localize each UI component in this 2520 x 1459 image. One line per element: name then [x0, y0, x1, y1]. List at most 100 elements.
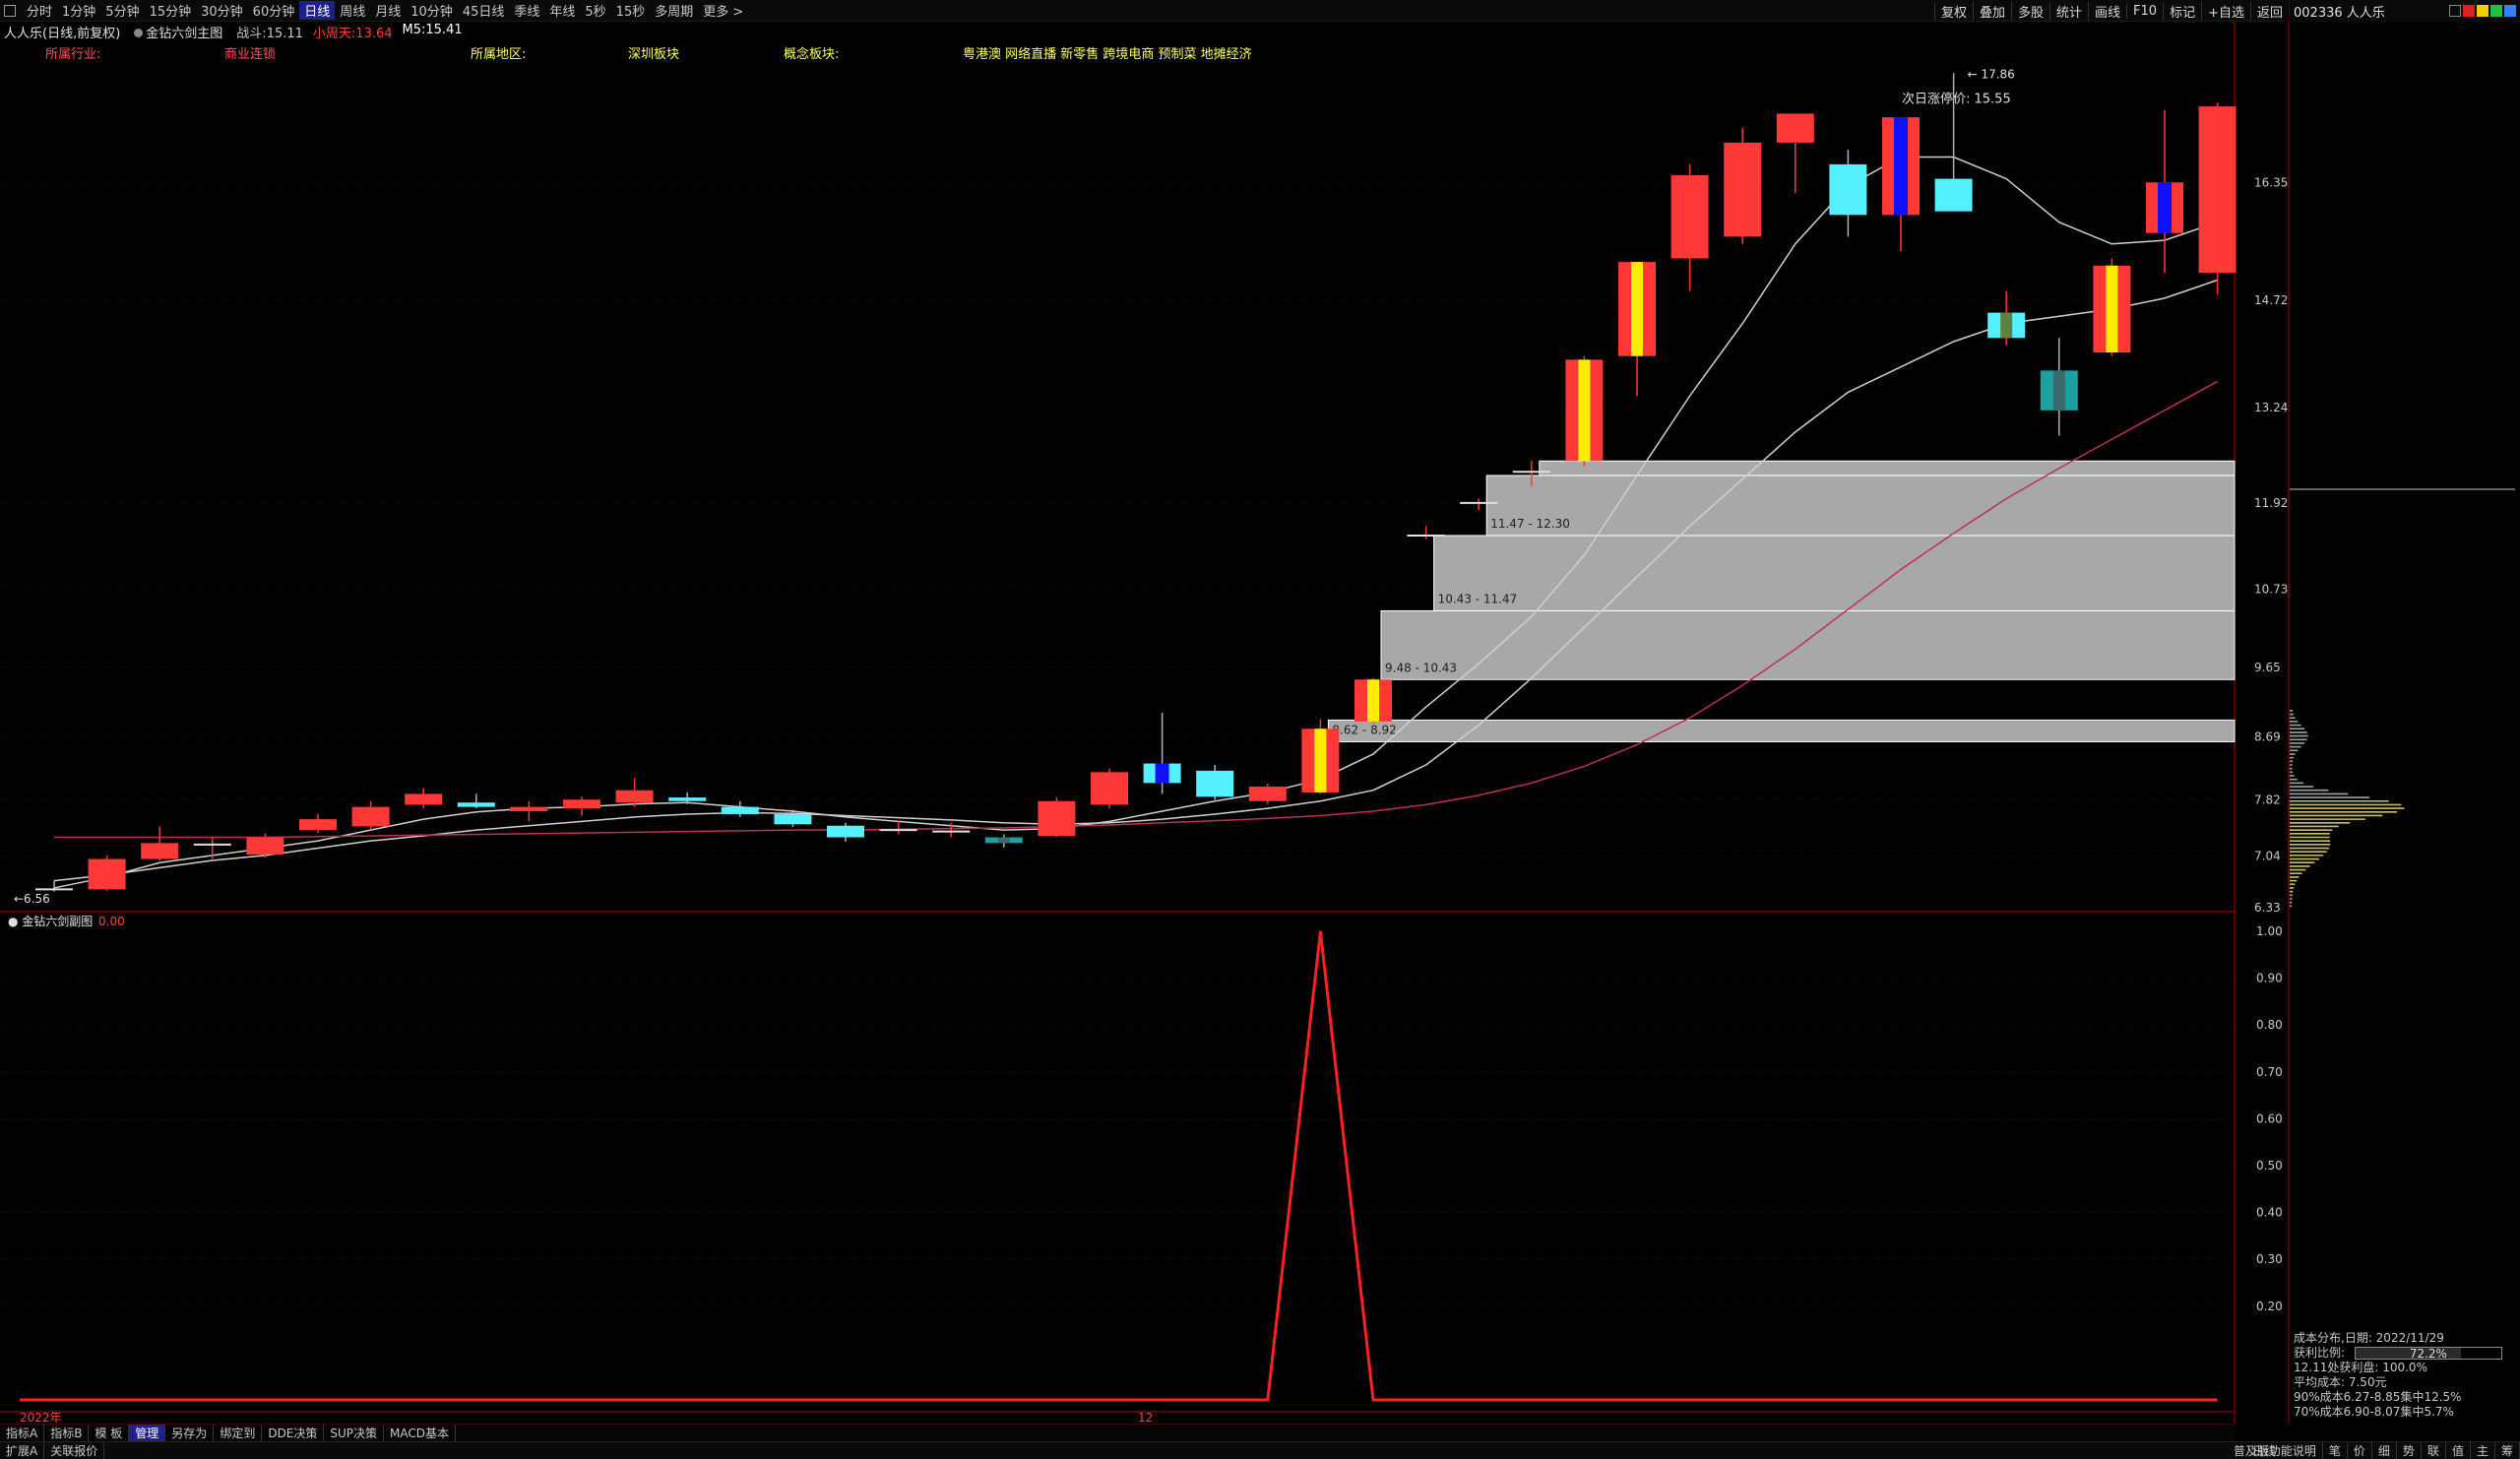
candle-38[interactable]	[2040, 338, 2078, 436]
candle-3[interactable]	[193, 837, 231, 859]
candle-2[interactable]	[141, 826, 179, 861]
tool-button-1[interactable]: 叠加	[1972, 1, 2011, 21]
candle-9[interactable]	[510, 800, 548, 822]
status-right-3[interactable]: 细	[2372, 1442, 2397, 1459]
candle-body	[351, 806, 390, 827]
candle-20[interactable]	[1091, 768, 1128, 809]
candle-41[interactable]	[2198, 102, 2236, 295]
tool-button-4[interactable]: 画线	[2088, 1, 2126, 21]
candle-1[interactable]	[88, 855, 126, 891]
flag-red-icon[interactable]	[2463, 5, 2475, 17]
tool-button-6[interactable]: 标记	[2163, 1, 2201, 21]
candle-0[interactable]	[35, 880, 73, 892]
tab-1[interactable]: 指标B	[44, 1425, 90, 1441]
tab-6[interactable]: DDE决策	[262, 1425, 325, 1441]
candle-29[interactable]	[1565, 355, 1604, 468]
flag-green-icon[interactable]	[2490, 5, 2502, 17]
tab-7[interactable]: SUP决策	[324, 1425, 385, 1441]
tool-button-7[interactable]: +自选	[2201, 1, 2250, 21]
status-right-6[interactable]: 值	[2446, 1442, 2471, 1459]
candle-10[interactable]	[563, 796, 600, 816]
chip-zone-2	[1433, 535, 2236, 611]
menu-icon[interactable]	[4, 4, 16, 17]
status-right-1[interactable]: 笔	[2323, 1442, 2348, 1459]
candle-23[interactable]	[1248, 784, 1287, 804]
candle-18[interactable]	[984, 834, 1023, 848]
status-left-1[interactable]: 关联报价	[44, 1442, 105, 1459]
status-right-4[interactable]: 势	[2397, 1442, 2422, 1459]
candle-24[interactable]	[1301, 719, 1340, 794]
candle-body	[141, 843, 179, 859]
period-3[interactable]: 15分钟	[145, 1, 197, 20]
profit-row: 获利比例: 72.2%	[2294, 1346, 2520, 1361]
period-9[interactable]: 10分钟	[406, 1, 458, 20]
tool-button-3[interactable]: 统计	[2049, 1, 2088, 21]
status-right-2[interactable]: 价	[2348, 1442, 2372, 1459]
sub-tick-0: 1.00	[2256, 924, 2283, 938]
sub-indicator-title: ● 金钻六剑副图	[8, 914, 93, 928]
candle-8[interactable]	[457, 793, 495, 809]
candle-39[interactable]	[2093, 258, 2131, 356]
candle-37[interactable]	[1987, 290, 2026, 346]
candle-35[interactable]	[1882, 117, 1920, 252]
status-left-0[interactable]: 扩展A	[0, 1442, 45, 1459]
tool-button-5[interactable]: F10	[2126, 3, 2163, 19]
candle-15[interactable]	[827, 822, 864, 842]
cost-90: 90%成本6.27-8.85集中12.5%	[2294, 1390, 2462, 1404]
period-11[interactable]: 季线	[509, 1, 544, 20]
tab-4[interactable]: 另存为	[165, 1425, 215, 1441]
period-10[interactable]: 45日线	[458, 1, 510, 20]
tool-button-0[interactable]: 复权	[1933, 1, 1973, 21]
tab-8[interactable]: MACD基本	[384, 1425, 457, 1441]
period-12[interactable]: 年线	[544, 1, 580, 20]
tab-0[interactable]: 指标A	[0, 1425, 45, 1441]
period-6[interactable]: 日线	[299, 1, 336, 20]
candle-5[interactable]	[299, 813, 337, 834]
period-16[interactable]: 更多 >	[698, 1, 748, 20]
chip-title: 成本分布,日期: 2022/11/29	[2294, 1331, 2444, 1345]
period-14[interactable]: 15秒	[611, 1, 651, 20]
status-right-5[interactable]: 联	[2422, 1442, 2446, 1459]
period-8[interactable]: 月线	[370, 1, 406, 20]
period-2[interactable]: 5分钟	[100, 1, 144, 20]
period-13[interactable]: 5秒	[580, 1, 610, 20]
flag-blue-icon[interactable]	[2504, 5, 2516, 17]
candle-21[interactable]	[1143, 713, 1181, 794]
tab-2[interactable]: 模 板	[89, 1425, 130, 1441]
status-right-7[interactable]: 主	[2471, 1442, 2495, 1459]
stock-code[interactable]: 002336 人人乐	[2290, 2, 2385, 21]
candle-7[interactable]	[405, 788, 443, 809]
period-5[interactable]: 60分钟	[248, 1, 300, 20]
candle-31[interactable]	[1670, 163, 1709, 291]
candle-6[interactable]	[351, 800, 390, 831]
profit-value: 72.2%	[2409, 1347, 2447, 1361]
candle-22[interactable]	[1196, 764, 1234, 800]
candle-34[interactable]	[1829, 150, 1867, 237]
tab-5[interactable]: 绑定到	[214, 1425, 263, 1441]
window-icon[interactable]	[2449, 5, 2461, 17]
chart-canvas[interactable]: 16.35 14.72 13.24 11.92 10.73 9.65 8.69 7.82 7.0…	[0, 22, 2520, 1424]
candle-33[interactable]	[1776, 113, 1814, 194]
period-1[interactable]: 1分钟	[57, 1, 100, 20]
tab-3[interactable]: 管理	[129, 1425, 166, 1441]
period-indicator[interactable]: 日线	[2246, 1442, 2282, 1459]
candle-13[interactable]	[721, 800, 759, 817]
candle-11[interactable]	[615, 778, 654, 807]
candle-30[interactable]	[1618, 262, 1656, 397]
candle-16[interactable]	[879, 821, 917, 835]
candle-body	[1196, 770, 1234, 797]
tool-button-8[interactable]: 返回	[2249, 1, 2289, 21]
candle-19[interactable]	[1038, 797, 1076, 838]
candle-32[interactable]	[1724, 128, 1762, 244]
status-right-8[interactable]: 筹	[2495, 1442, 2520, 1459]
period-15[interactable]: 多周期	[650, 1, 698, 20]
period-4[interactable]: 30分钟	[196, 1, 248, 20]
flag-yellow-icon[interactable]	[2477, 5, 2488, 17]
chip-zone-4	[1539, 460, 2236, 476]
candle-25[interactable]	[1354, 677, 1392, 724]
tool-button-2[interactable]: 多股	[2010, 1, 2049, 21]
candle-body	[2198, 106, 2236, 274]
period-7[interactable]: 周线	[335, 1, 370, 20]
candle-40[interactable]	[2146, 109, 2183, 274]
period-0[interactable]: 分时	[22, 1, 57, 20]
